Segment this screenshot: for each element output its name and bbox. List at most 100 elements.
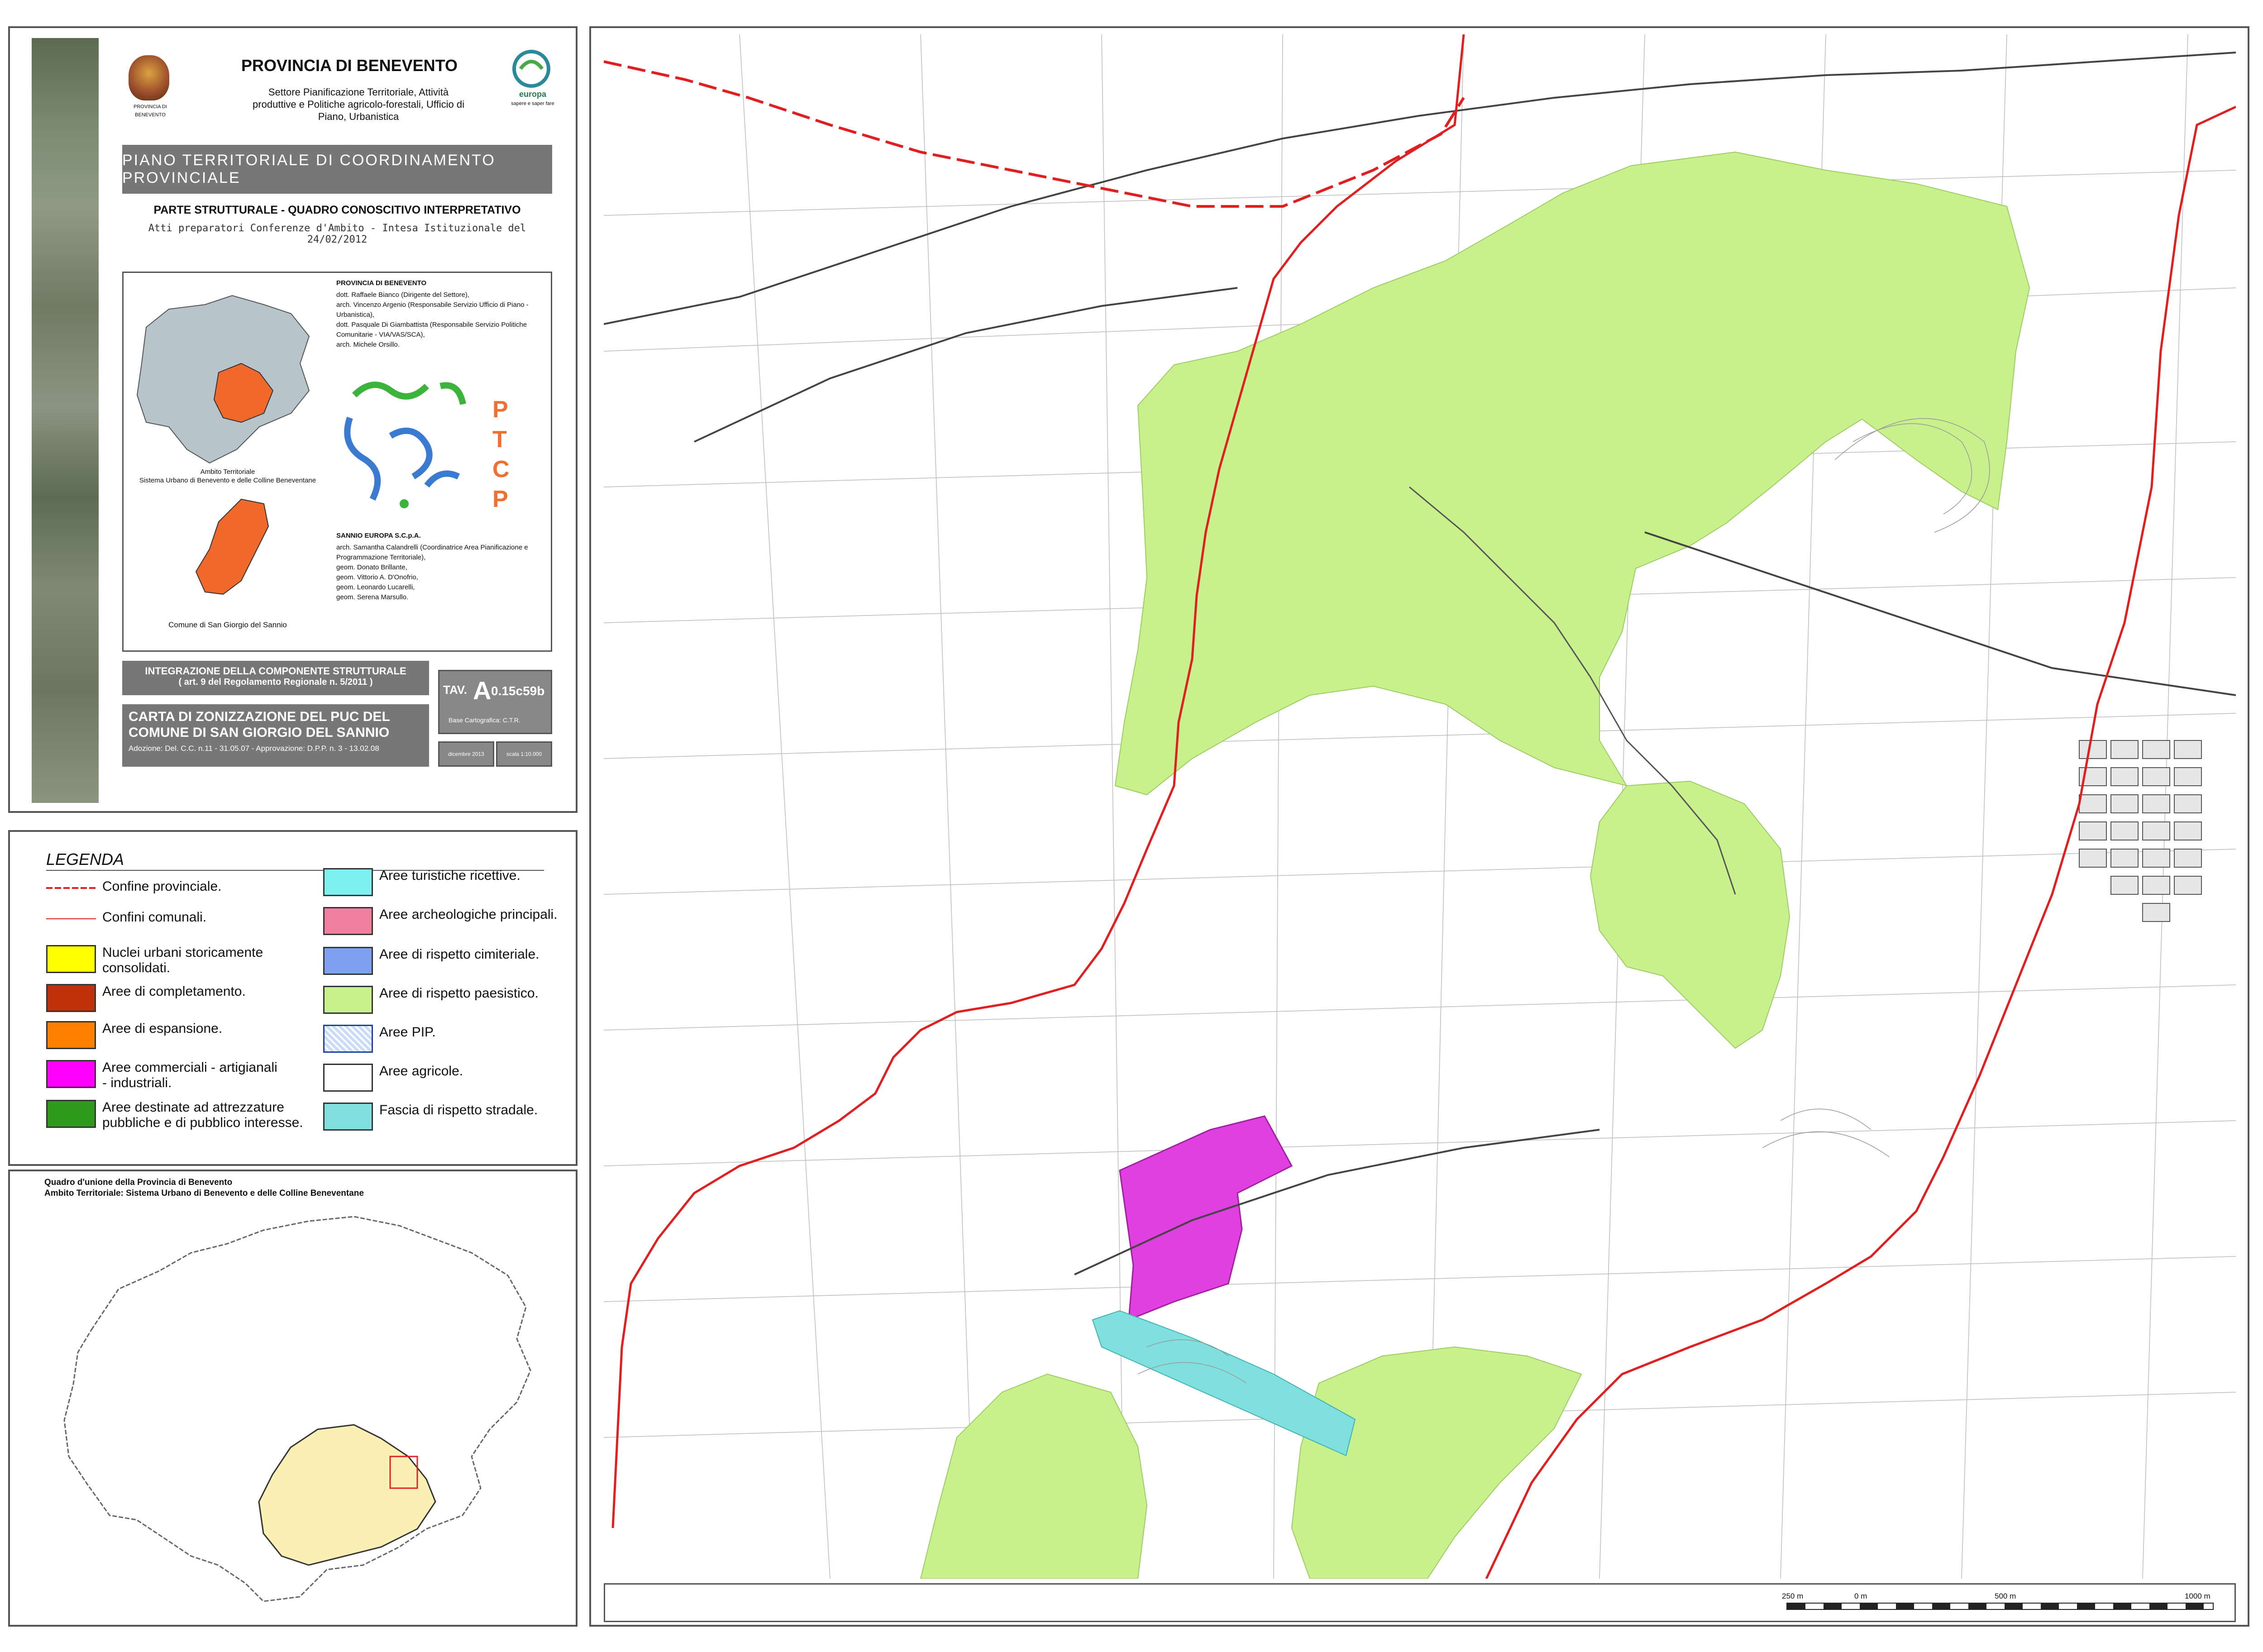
swatch bbox=[323, 868, 373, 896]
legend-title: LEGENDA bbox=[46, 850, 124, 869]
province-crest-icon bbox=[129, 55, 169, 100]
ptcp-logo-icon bbox=[344, 382, 466, 508]
province-title: PROVINCIA DI BENEVENTO bbox=[241, 56, 458, 75]
legend-panel: LEGENDA Confine provinciale. Confini com… bbox=[8, 830, 578, 1166]
index-map-panel: Quadro d'unione della Provincia di Benev… bbox=[8, 1170, 578, 1627]
legend-label: Confine provinciale. bbox=[102, 879, 222, 894]
provincial-border-line-icon bbox=[46, 887, 96, 889]
legend-item-commerciali: Aree commerciali - artigianali - industr… bbox=[46, 1060, 279, 1091]
swatch bbox=[323, 907, 373, 935]
adoption-note: Adozione: Del. C.C. n.11 - 31.05.07 - Ap… bbox=[129, 744, 379, 753]
legend-label: Aree agricole. bbox=[379, 1064, 463, 1079]
legend-item-agricole: Aree agricole. bbox=[323, 1064, 463, 1092]
title-panel: PROVINCIA DI BENEVENTO PROVINCIA DI BENE… bbox=[8, 26, 578, 813]
swatch bbox=[323, 986, 373, 1014]
credits-org2: SANNIO EUROPA S.C.p.A. bbox=[336, 532, 421, 540]
integration-bar: INTEGRAZIONE DELLA COMPONENTE STRUTTURAL… bbox=[122, 661, 429, 695]
legend-item-pip: Aree PIP. bbox=[323, 1025, 436, 1053]
legend-item-cimiteriale: Aree di rispetto cimiteriale. bbox=[323, 947, 539, 975]
integration-line2: ( art. 9 del Regolamento Regionale n. 5/… bbox=[178, 677, 373, 687]
ptcp-letter-c: C bbox=[492, 456, 510, 482]
tav-date: dicembre 2013 bbox=[448, 751, 484, 757]
province-crest-caption: PROVINCIA DI BENEVENTO bbox=[134, 104, 167, 118]
legend-label: Aree destinate ad attrezzature pubbliche… bbox=[102, 1100, 303, 1130]
legend-label: Fascia di rispetto stradale. bbox=[379, 1103, 538, 1117]
ptcp-letter-p1: P bbox=[492, 396, 508, 423]
tav-date-box: dicembre 2013 bbox=[438, 741, 494, 767]
credits-org1-people: dott. Raffaele Bianco (Dirigente del Set… bbox=[336, 291, 529, 349]
tav-code-box: TAV. A 0.15c59b Base Cartografica: C.T.R… bbox=[438, 670, 552, 734]
legend-label: Aree di completamento. bbox=[102, 984, 246, 999]
index-map-title: Quadro d'unione della Provincia di Benev… bbox=[44, 1178, 233, 1187]
comune-caption: Comune di San Giorgio del Sannio bbox=[168, 621, 287, 629]
legend-item-fascia-stradale: Fascia di rispetto stradale. bbox=[323, 1103, 538, 1131]
legend-label: Aree PIP. bbox=[379, 1025, 436, 1040]
swatch bbox=[323, 1064, 373, 1092]
legend-item-provincial-border: Confine provinciale. bbox=[46, 879, 221, 897]
partner-logo-sub: sapere e saper fare bbox=[511, 101, 554, 106]
comune-map bbox=[195, 498, 269, 595]
scale-strip: 250 m 0 m 500 m 1000 m bbox=[604, 1583, 2236, 1622]
legend-label: Aree di espansione. bbox=[102, 1021, 223, 1036]
credits-org2-people: arch. Samantha Calandrelli (Coordinatric… bbox=[336, 544, 528, 601]
ptcp-letter-t: T bbox=[492, 426, 507, 453]
aerial-photo-strip bbox=[32, 38, 99, 803]
credits-org1: PROVINCIA DI BENEVENTO bbox=[336, 279, 427, 287]
scale-bar-graphic bbox=[1786, 1603, 2214, 1610]
legend-label: Confini comunali. bbox=[102, 910, 207, 925]
scale-bar: 250 m 0 m 500 m 1000 m bbox=[1782, 1592, 2221, 1616]
tav-prefix: TAV. bbox=[443, 683, 467, 697]
swatch bbox=[46, 945, 96, 973]
credits-box: Ambito Territoriale Sistema Urbano di Be… bbox=[122, 272, 552, 652]
tav-scale-box: scala 1:10.000 bbox=[496, 741, 552, 767]
legend-item-attrezzature: Aree destinate ad attrezzature pubbliche… bbox=[46, 1100, 320, 1131]
tav-code: 0.15c59b bbox=[491, 684, 545, 698]
scale-label-500: 500 m bbox=[1995, 1592, 2016, 1600]
index-map-subtitle: Ambito Territoriale: Sistema Urbano di B… bbox=[44, 1189, 364, 1198]
legend-label: Aree di rispetto cimiteriale. bbox=[379, 947, 539, 962]
base-note: Base Cartografica: C.T.R. bbox=[449, 716, 520, 724]
swatch bbox=[323, 1103, 373, 1131]
legend-item-archeologiche: Aree archeologiche principali. bbox=[323, 907, 558, 935]
scale-label-0: 0 m bbox=[1854, 1592, 1867, 1600]
map-frame: 250 m 0 m 500 m 1000 m bbox=[589, 26, 2249, 1627]
municipal-border-line-icon bbox=[46, 918, 96, 919]
ambito-map bbox=[136, 295, 310, 464]
tav-scale: scala 1:10.000 bbox=[506, 751, 542, 757]
legend-label: Aree di rispetto paesistico. bbox=[379, 986, 539, 1001]
ambito-caption: Ambito Territoriale Sistema Urbano di Be… bbox=[139, 468, 316, 484]
legend-label: Aree archeologiche principali. bbox=[379, 907, 558, 922]
swatch bbox=[46, 1060, 96, 1088]
map-title: CARTA DI ZONIZZAZIONE DEL PUC DEL COMUNE… bbox=[129, 709, 390, 740]
swatch bbox=[323, 947, 373, 975]
subtitle: Atti preparatori Conferenze d'Ambito - I… bbox=[148, 223, 526, 245]
scale-label-1000: 1000 m bbox=[2185, 1592, 2210, 1600]
swatch bbox=[323, 1025, 373, 1053]
legend-item-turistiche: Aree turistiche ricettive. bbox=[323, 868, 520, 896]
tav-big-letter: A bbox=[473, 676, 492, 705]
plan-title-bar: PIANO TERRITORIALE DI COORDINAMENTO PROV… bbox=[122, 145, 552, 194]
swatch bbox=[46, 984, 96, 1012]
section-title: PARTE STRUTTURALE - QUADRO CONOSCITIVO I… bbox=[153, 204, 521, 216]
legend-item-paesistico: Aree di rispetto paesistico. bbox=[323, 986, 539, 1014]
zoning-map[interactable] bbox=[604, 34, 2236, 1579]
comune-shape bbox=[195, 498, 269, 595]
partner-logo-icon bbox=[512, 50, 550, 88]
partner-logo-text: europa bbox=[519, 90, 546, 99]
ptcp-letter-p2: P bbox=[492, 486, 508, 512]
legend-item-nuclei-urbani: Nuclei urbani storicamente consolidati. bbox=[46, 945, 279, 976]
scale-label-250: 250 m bbox=[1782, 1592, 1804, 1600]
legend-label: Aree turistiche ricettive. bbox=[379, 868, 520, 883]
swatch bbox=[46, 1100, 96, 1128]
legend-item-municipal-border: Confini comunali. bbox=[46, 910, 206, 928]
legend-label: Nuclei urbani storicamente consolidati. bbox=[102, 945, 263, 975]
plan-title: PIANO TERRITORIALE DI COORDINAMENTO PROV… bbox=[122, 152, 496, 186]
legend-label: Aree commerciali - artigianali - industr… bbox=[102, 1060, 277, 1090]
map-title-bar: CARTA DI ZONIZZAZIONE DEL PUC DEL COMUNE… bbox=[122, 704, 429, 767]
office-description: Settore Pianificazione Territoriale, Att… bbox=[253, 86, 464, 122]
legend-item-espansione: Aree di espansione. bbox=[46, 1021, 222, 1049]
integration-line1: INTEGRAZIONE DELLA COMPONENTE STRUTTURAL… bbox=[145, 665, 406, 677]
swatch bbox=[46, 1021, 96, 1049]
index-map bbox=[63, 1216, 531, 1602]
legend-item-completamento: Aree di completamento. bbox=[46, 984, 246, 1012]
